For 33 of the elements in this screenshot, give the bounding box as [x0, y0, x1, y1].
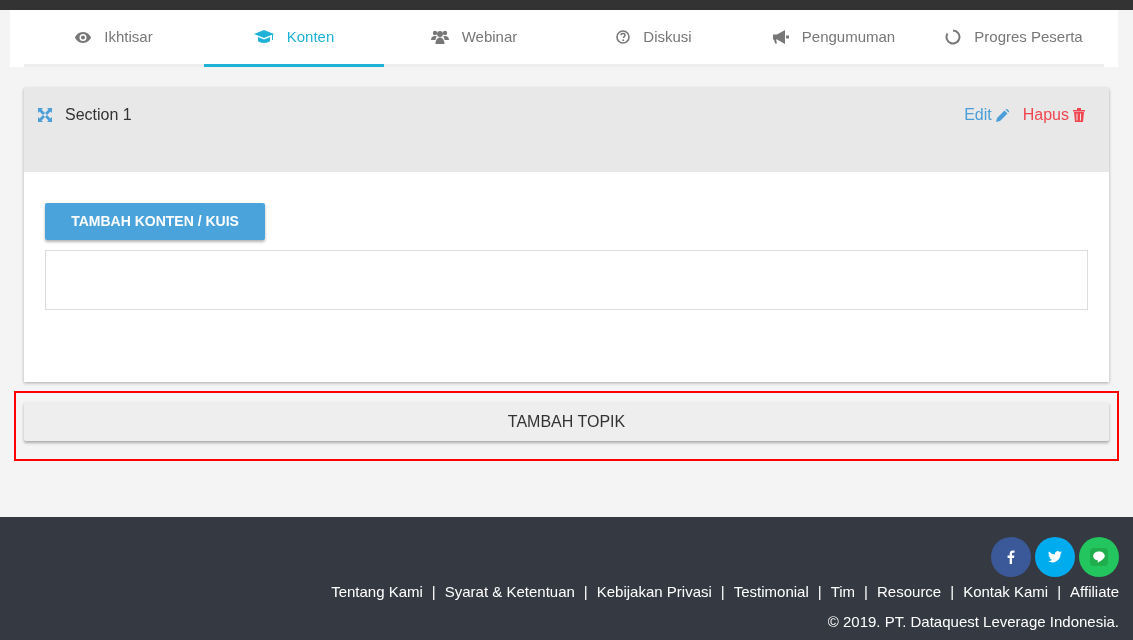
footer-link[interactable]: Resource	[877, 581, 942, 604]
tab[interactable]: Diskusi	[564, 10, 744, 64]
separator: |	[582, 582, 589, 602]
eye-icon	[75, 31, 92, 43]
section-title: Section 1	[65, 105, 132, 125]
separator: |	[816, 582, 823, 602]
separator: |	[949, 582, 956, 602]
graduation-cap-icon	[253, 30, 274, 44]
pencil-icon	[995, 108, 1009, 122]
chat-bubble-icon[interactable]	[1079, 537, 1119, 577]
add-topic-button[interactable]: TAMBAH TOPIK	[24, 402, 1109, 441]
footer-link[interactable]: Kontak Kami	[963, 581, 1049, 604]
separator: |	[719, 582, 726, 602]
megaphone-icon	[772, 30, 789, 44]
question-circle-icon	[616, 30, 631, 44]
separator: |	[863, 582, 869, 602]
footer-link[interactable]: Syarat & Ketentuan	[444, 581, 575, 604]
copyright-text: © 2019. PT. Dataquest Leverage Indonesia.	[827, 611, 1119, 632]
footer-link[interactable]: Tim	[830, 581, 856, 604]
facebook-icon[interactable]	[991, 537, 1031, 577]
tab[interactable]: Progres Peserta	[924, 10, 1104, 64]
footer-link[interactable]: Kebijakan Privasi	[596, 581, 712, 604]
footer-link[interactable]: Testimonial	[733, 581, 809, 604]
footer-link[interactable]: Tentang Kami	[331, 581, 423, 604]
users-icon	[430, 30, 449, 44]
trash-icon	[1073, 108, 1085, 122]
tab[interactable]: Webinar	[384, 10, 564, 64]
tab[interactable]: Ikhtisar	[24, 10, 204, 64]
twitter-icon[interactable]	[1035, 537, 1075, 577]
separator: |	[1056, 582, 1063, 602]
tab[interactable]: Pengumuman	[744, 10, 924, 64]
footer-link[interactable]: Affiliate	[1070, 581, 1119, 604]
separator: |	[430, 582, 437, 602]
